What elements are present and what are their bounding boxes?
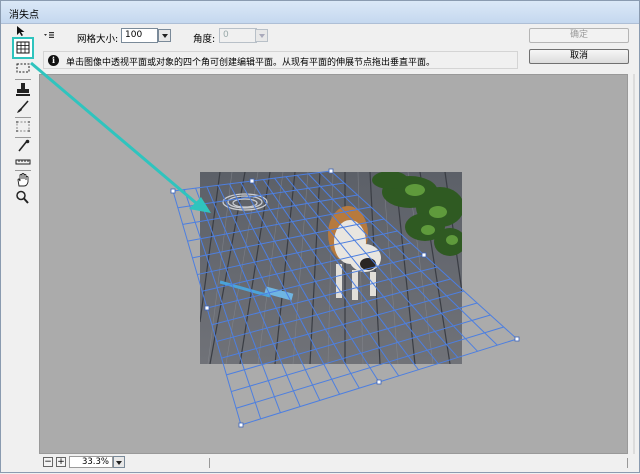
grid-size-input[interactable]: 100 bbox=[121, 28, 158, 43]
zoom-tool[interactable] bbox=[13, 189, 33, 207]
title-bar: 消失点 bbox=[1, 1, 639, 24]
status-bar: − + 33.3% bbox=[39, 456, 628, 470]
create-plane-tool[interactable] bbox=[12, 37, 34, 59]
marquee-tool[interactable] bbox=[13, 62, 33, 80]
photo-image bbox=[200, 172, 462, 364]
info-icon: i bbox=[48, 55, 59, 66]
brush-icon bbox=[17, 100, 29, 113]
vertical-scrollbar[interactable] bbox=[629, 74, 639, 454]
info-bar: i 单击图像中透视平面或对象的四个角可创建编辑平面。从现有平面的伸展节点拖出垂直… bbox=[43, 51, 518, 69]
marquee-icon bbox=[16, 63, 30, 73]
angle-label: 角度: bbox=[193, 34, 216, 45]
tool-options-dropdown-icon[interactable] bbox=[43, 30, 55, 40]
hand-tool[interactable] bbox=[13, 172, 33, 190]
angle-input[interactable]: 0 bbox=[219, 28, 257, 43]
vanishing-point-window: 消失点 网格大小: 100 角度: 0 确定 取消 i 单击图像中透视平面或对象… bbox=[0, 0, 640, 473]
tool-separator bbox=[15, 137, 31, 138]
grid-size-label: 网格大小: bbox=[77, 34, 119, 45]
tool-strip bbox=[12, 37, 34, 207]
stamp-icon bbox=[16, 83, 30, 96]
tool-separator bbox=[15, 79, 31, 80]
magnifier-icon bbox=[16, 190, 29, 204]
transform-tool[interactable] bbox=[13, 119, 33, 137]
hand-icon bbox=[17, 173, 29, 187]
cancel-button[interactable]: 取消 bbox=[529, 49, 629, 64]
transform-icon bbox=[16, 121, 30, 132]
eyedropper-icon bbox=[18, 139, 30, 152]
zoom-value[interactable]: 33.3% bbox=[69, 456, 113, 468]
info-text: 单击图像中透视平面或对象的四个角可创建编辑平面。从现有平面的伸展节点拖出垂直平面… bbox=[66, 58, 436, 68]
horizontal-scrollbar[interactable] bbox=[209, 458, 629, 468]
tool-separator bbox=[15, 117, 31, 118]
tool-separator bbox=[15, 170, 31, 171]
grid-size-dropdown[interactable] bbox=[158, 29, 171, 42]
window-title: 消失点 bbox=[9, 10, 39, 21]
angle-dropdown[interactable] bbox=[255, 29, 268, 42]
brush-tool[interactable] bbox=[13, 99, 33, 117]
ruler-icon bbox=[15, 159, 31, 165]
pointer-icon[interactable] bbox=[15, 25, 27, 37]
ok-button[interactable]: 确定 bbox=[529, 28, 629, 43]
zoom-in-button[interactable]: + bbox=[56, 457, 66, 467]
zoom-dropdown[interactable] bbox=[113, 456, 125, 468]
grid-plane-icon bbox=[16, 41, 30, 54]
stamp-tool[interactable] bbox=[13, 82, 33, 100]
zoom-out-button[interactable]: − bbox=[43, 457, 53, 467]
preview-canvas[interactable] bbox=[39, 74, 628, 454]
